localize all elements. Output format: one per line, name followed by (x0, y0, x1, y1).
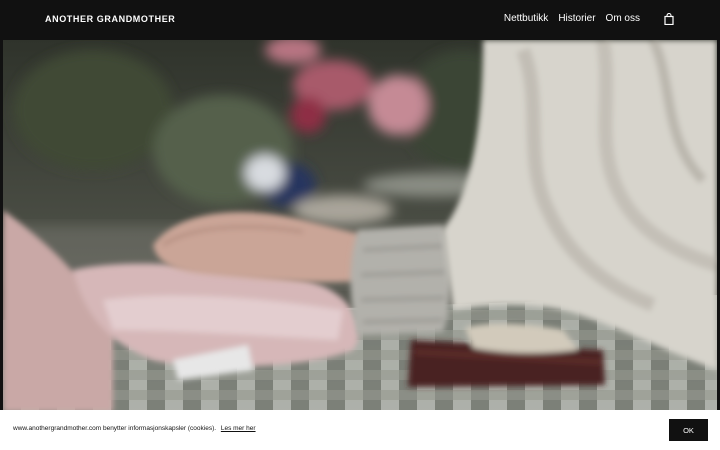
site-header: ANOTHER GRANDMOTHER Nettbutikk Historier… (0, 0, 720, 40)
cookie-text: www.anothergrandmother.com benytter info… (13, 425, 217, 432)
main-nav: Nettbutikk Historier Om oss (504, 12, 674, 26)
cookie-read-more-link[interactable]: Les mer her (221, 425, 256, 432)
cookie-ok-button[interactable]: OK (669, 419, 708, 441)
nav-link-historier[interactable]: Historier (558, 13, 595, 24)
brand-logo[interactable]: ANOTHER GRANDMOTHER (45, 14, 175, 24)
cookie-consent-bar: www.anothergrandmother.com benytter info… (0, 410, 720, 450)
nav-link-nettbutikk[interactable]: Nettbutikk (504, 13, 548, 24)
hero-video[interactable] (3, 40, 717, 412)
cookie-message: www.anothergrandmother.com benytter info… (13, 425, 256, 432)
shopping-bag-icon[interactable] (664, 12, 674, 26)
nav-link-om-oss[interactable]: Om oss (606, 13, 640, 24)
